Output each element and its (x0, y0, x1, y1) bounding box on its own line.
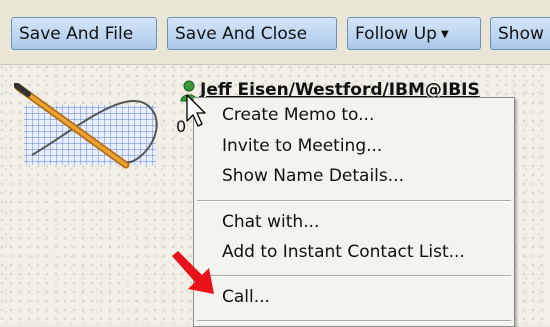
action-toolbar: Save And File Save And Close Follow Up ▼ … (0, 0, 550, 65)
show-button[interactable]: Show (490, 17, 550, 50)
chevron-down-icon: ▼ (440, 29, 449, 40)
save-and-file-button[interactable]: Save And File (11, 17, 157, 50)
menu-separator (197, 275, 511, 277)
menu-item-show-name-details[interactable]: Show Name Details... (222, 166, 404, 186)
count-text: 0 (176, 117, 187, 136)
save-and-close-label: Save And Close (175, 24, 308, 44)
follow-up-button[interactable]: Follow Up ▼ (347, 17, 481, 50)
context-menu: Create Memo to... Invite to Meeting... S… (193, 97, 515, 327)
menu-separator (197, 200, 511, 202)
menu-separator (197, 320, 511, 322)
red-arrow-icon (172, 251, 214, 294)
save-and-file-label: Save And File (19, 24, 134, 44)
save-and-close-button[interactable]: Save And Close (167, 17, 337, 50)
menu-item-invite-to-meeting[interactable]: Invite to Meeting... (222, 136, 382, 156)
show-label: Show (498, 24, 544, 44)
menu-item-call[interactable]: Call... (222, 287, 270, 307)
menu-item-add-to-instant-contact-list[interactable]: Add to Instant Contact List... (222, 242, 465, 262)
pen-on-grid-logo (14, 83, 158, 169)
follow-up-label: Follow Up (355, 24, 437, 44)
menu-item-create-memo[interactable]: Create Memo to... (222, 105, 374, 125)
mouse-pointer-icon (186, 94, 206, 127)
menu-item-chat-with[interactable]: Chat with... (222, 212, 319, 232)
